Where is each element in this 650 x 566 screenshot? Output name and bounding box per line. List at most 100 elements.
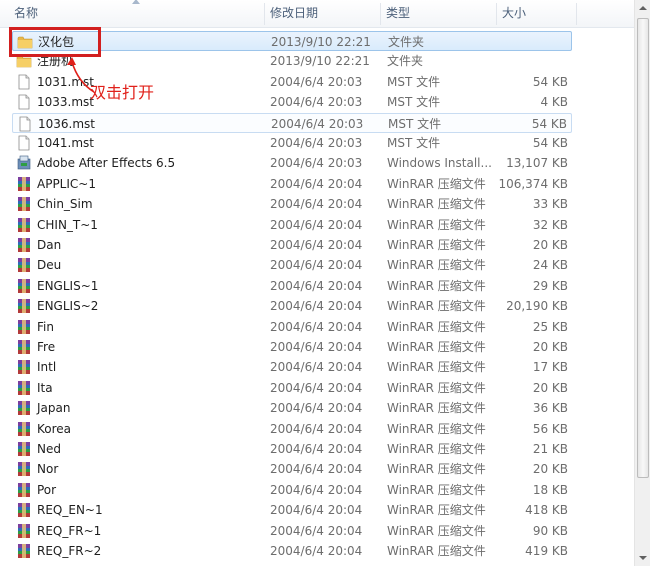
- file-row[interactable]: Adobe After Effects 6.5 2004/6/4 20:03 W…: [12, 153, 572, 173]
- file-size: 33 KB: [532, 197, 568, 212]
- file-type: WinRAR 压缩文件: [387, 503, 486, 518]
- winrar-icon: [18, 421, 30, 436]
- file-date: 2004/6/4 20:04: [270, 238, 363, 252]
- file-type: WinRAR 压缩文件: [387, 197, 486, 212]
- winrar-icon: [18, 340, 30, 354]
- file-date: 2004/6/4 20:04: [270, 360, 363, 375]
- file-type: WinRAR 压缩文件: [387, 442, 486, 456]
- file-row[interactable]: Japan 2004/6/4 20:04 WinRAR 压缩文件 36 KB: [12, 398, 572, 418]
- scroll-down-icon[interactable]: [635, 550, 650, 566]
- file-size: 20 KB: [532, 340, 568, 354]
- file-name: Nor: [37, 462, 59, 477]
- file-size: 25 KB: [532, 319, 568, 334]
- file-row[interactable]: Ita 2004/6/4 20:04 WinRAR 压缩文件 20 KB: [12, 378, 572, 398]
- winrar-icon: [18, 299, 30, 314]
- file-row[interactable]: Chin_Sim 2004/6/4 20:04 WinRAR 压缩文件 33 K…: [12, 194, 572, 214]
- file-size: 29 KB: [532, 278, 568, 293]
- annotation-label: 双击打开: [90, 83, 155, 102]
- file-size: 54 KB: [532, 136, 568, 150]
- file-row[interactable]: Nor 2004/6/4 20:04 WinRAR 压缩文件 20 KB: [12, 459, 572, 479]
- column-size[interactable]: 大小: [496, 0, 576, 28]
- file-name: Deu: [37, 258, 62, 273]
- file-type: WinRAR 压缩文件: [387, 340, 486, 354]
- file-date: 2004/6/4 20:04: [270, 401, 363, 416]
- file-row[interactable]: Ned 2004/6/4 20:04 WinRAR 压缩文件 21 KB: [12, 439, 572, 459]
- scroll-up-icon[interactable]: [635, 0, 650, 16]
- file-row[interactable]: 1041.mst 2004/6/4 20:03 MST 文件 54 KB: [12, 133, 572, 153]
- file-date: 2004/6/4 20:04: [270, 503, 363, 518]
- file-name: Por: [37, 482, 57, 497]
- winrar-icon: [18, 442, 30, 456]
- column-type[interactable]: 类型: [380, 0, 496, 28]
- file-icon: [18, 94, 30, 110]
- file-date: 2004/6/4 20:04: [270, 197, 363, 212]
- file-size: 419 KB: [525, 544, 568, 558]
- file-row[interactable]: CHIN_T~1 2004/6/4 20:04 WinRAR 压缩文件 32 K…: [12, 215, 572, 235]
- file-row[interactable]: ENGLIS~2 2004/6/4 20:04 WinRAR 压缩文件 20,1…: [12, 296, 572, 316]
- file-name: Fre: [37, 340, 56, 354]
- file-date: 2004/6/4 20:03: [270, 74, 363, 89]
- file-size: 20 KB: [532, 380, 568, 395]
- scroll-thumb[interactable]: [637, 18, 649, 478]
- file-type: WinRAR 压缩文件: [387, 401, 486, 416]
- file-row[interactable]: REQ_FR~2 2004/6/4 20:04 WinRAR 压缩文件 419 …: [12, 541, 572, 561]
- file-row[interactable]: 1036.mst 2004/6/4 20:03 MST 文件 54 KB: [12, 112, 572, 133]
- winrar-icon: [18, 197, 30, 212]
- file-size: 17 KB: [532, 360, 568, 375]
- winrar-icon: [18, 544, 30, 558]
- highlight-box: [9, 27, 101, 57]
- file-date: 2004/6/4 20:04: [270, 340, 363, 354]
- file-date: 2004/6/4 20:04: [270, 319, 363, 334]
- file-name: ENGLIS~1: [37, 278, 99, 293]
- column-divider[interactable]: [576, 3, 577, 25]
- file-row[interactable]: REQ_FR~1 2004/6/4 20:04 WinRAR 压缩文件 90 K…: [12, 521, 572, 541]
- file-date: 2004/6/4 20:03: [270, 156, 363, 171]
- file-type: WinRAR 压缩文件: [387, 278, 486, 293]
- vertical-scrollbar[interactable]: [634, 0, 650, 566]
- file-date: 2004/6/4 20:03: [270, 95, 363, 110]
- file-row[interactable]: Deu 2004/6/4 20:04 WinRAR 压缩文件 24 KB: [12, 255, 572, 275]
- sort-arrow-icon: [132, 0, 140, 4]
- file-row[interactable]: Fre 2004/6/4 20:04 WinRAR 压缩文件 20 KB: [12, 337, 572, 357]
- file-row[interactable]: APPLIC~1 2004/6/4 20:04 WinRAR 压缩文件 106,…: [12, 174, 572, 194]
- column-name[interactable]: 名称: [8, 0, 266, 28]
- file-icon: [18, 135, 30, 151]
- file-row[interactable]: Dan 2004/6/4 20:04 WinRAR 压缩文件 20 KB: [12, 235, 572, 255]
- file-size: 54 KB: [532, 74, 568, 89]
- file-type: WinRAR 压缩文件: [387, 238, 486, 252]
- file-date: 2004/6/4 20:04: [270, 421, 363, 436]
- file-size: 56 KB: [532, 421, 568, 436]
- file-row[interactable]: Por 2004/6/4 20:04 WinRAR 压缩文件 18 KB: [12, 480, 572, 500]
- file-name: APPLIC~1: [37, 176, 96, 191]
- file-type: WinRAR 压缩文件: [387, 462, 486, 477]
- file-type: MST 文件: [387, 95, 441, 110]
- file-row[interactable]: Intl 2004/6/4 20:04 WinRAR 压缩文件 17 KB: [12, 357, 572, 377]
- file-row[interactable]: Korea 2004/6/4 20:04 WinRAR 压缩文件 56 KB: [12, 419, 572, 439]
- file-name: Fin: [37, 319, 54, 334]
- winrar-icon: [18, 503, 30, 518]
- winrar-icon: [18, 258, 30, 273]
- file-size: 21 KB: [532, 442, 568, 456]
- file-list[interactable]: 汉化包 2013/9/10 22:21 文件夹 注册机 2013/9/10 22…: [0, 28, 634, 566]
- file-date: 2004/6/4 20:04: [270, 299, 363, 314]
- file-row[interactable]: ENGLIS~1 2004/6/4 20:04 WinRAR 压缩文件 29 K…: [12, 276, 572, 296]
- file-type: WinRAR 压缩文件: [387, 319, 486, 334]
- file-size: 24 KB: [532, 258, 568, 273]
- file-date: 2004/6/4 20:03: [271, 116, 364, 131]
- winrar-icon: [18, 523, 30, 538]
- file-row[interactable]: Fin 2004/6/4 20:04 WinRAR 压缩文件 25 KB: [12, 317, 572, 337]
- winrar-icon: [18, 360, 30, 375]
- file-name: 1041.mst: [37, 136, 94, 150]
- file-name: Chin_Sim: [37, 197, 93, 212]
- file-date: 2004/6/4 20:04: [270, 176, 363, 191]
- column-date-label: 修改日期: [270, 6, 319, 20]
- file-size: 20 KB: [532, 462, 568, 477]
- file-type: Windows Install...: [387, 156, 492, 171]
- file-name: Ita: [37, 380, 53, 395]
- winrar-icon: [18, 462, 30, 477]
- file-size: 106,374 KB: [498, 176, 568, 191]
- file-name: CHIN_T~1: [37, 217, 98, 232]
- column-date[interactable]: 修改日期: [264, 0, 380, 28]
- file-row[interactable]: REQ_EN~1 2004/6/4 20:04 WinRAR 压缩文件 418 …: [12, 500, 572, 520]
- file-name: REQ_EN~1: [37, 503, 103, 518]
